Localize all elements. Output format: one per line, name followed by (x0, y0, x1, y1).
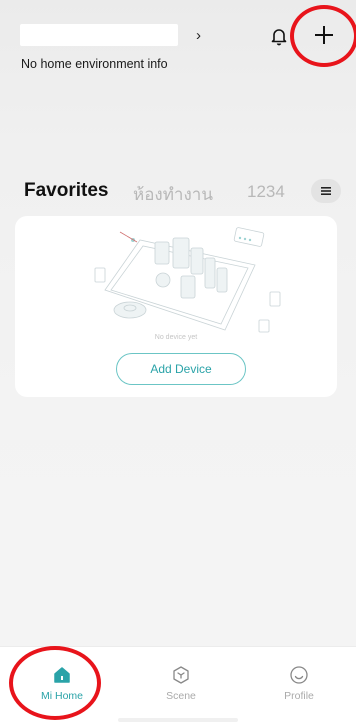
home-environment-info: No home environment info (21, 57, 168, 71)
nav-profile[interactable]: Profile (259, 665, 339, 702)
favorites-card: No device yet Add Device (15, 216, 337, 397)
menu-icon (321, 187, 331, 195)
tab-1234[interactable]: 1234 (247, 182, 285, 202)
scene-icon (173, 666, 189, 684)
empty-state-text: No device yet (154, 334, 198, 341)
add-device-button[interactable]: Add Device (116, 353, 246, 385)
tab-room[interactable]: ห้องทำงาน (133, 181, 213, 208)
home-name-redacted (20, 24, 178, 46)
annotation-circle-mi-home (9, 646, 101, 720)
tab-favorites[interactable]: Favorites (24, 180, 108, 202)
chevron-right-icon: › (196, 26, 201, 44)
bell-icon (271, 29, 287, 46)
no-device-illustration (94, 227, 281, 333)
home-selector[interactable]: › (20, 24, 205, 46)
notifications-button[interactable] (268, 25, 290, 47)
room-menu-button[interactable] (311, 179, 341, 203)
nav-scene[interactable]: Scene (141, 665, 221, 702)
annotation-circle-add (290, 5, 356, 67)
home-indicator (118, 718, 238, 722)
room-tabs: Favorites ห้องทำงาน 1234 (0, 178, 356, 208)
nav-profile-label: Profile (284, 690, 314, 702)
profile-icon (290, 666, 308, 684)
nav-scene-label: Scene (166, 690, 196, 702)
